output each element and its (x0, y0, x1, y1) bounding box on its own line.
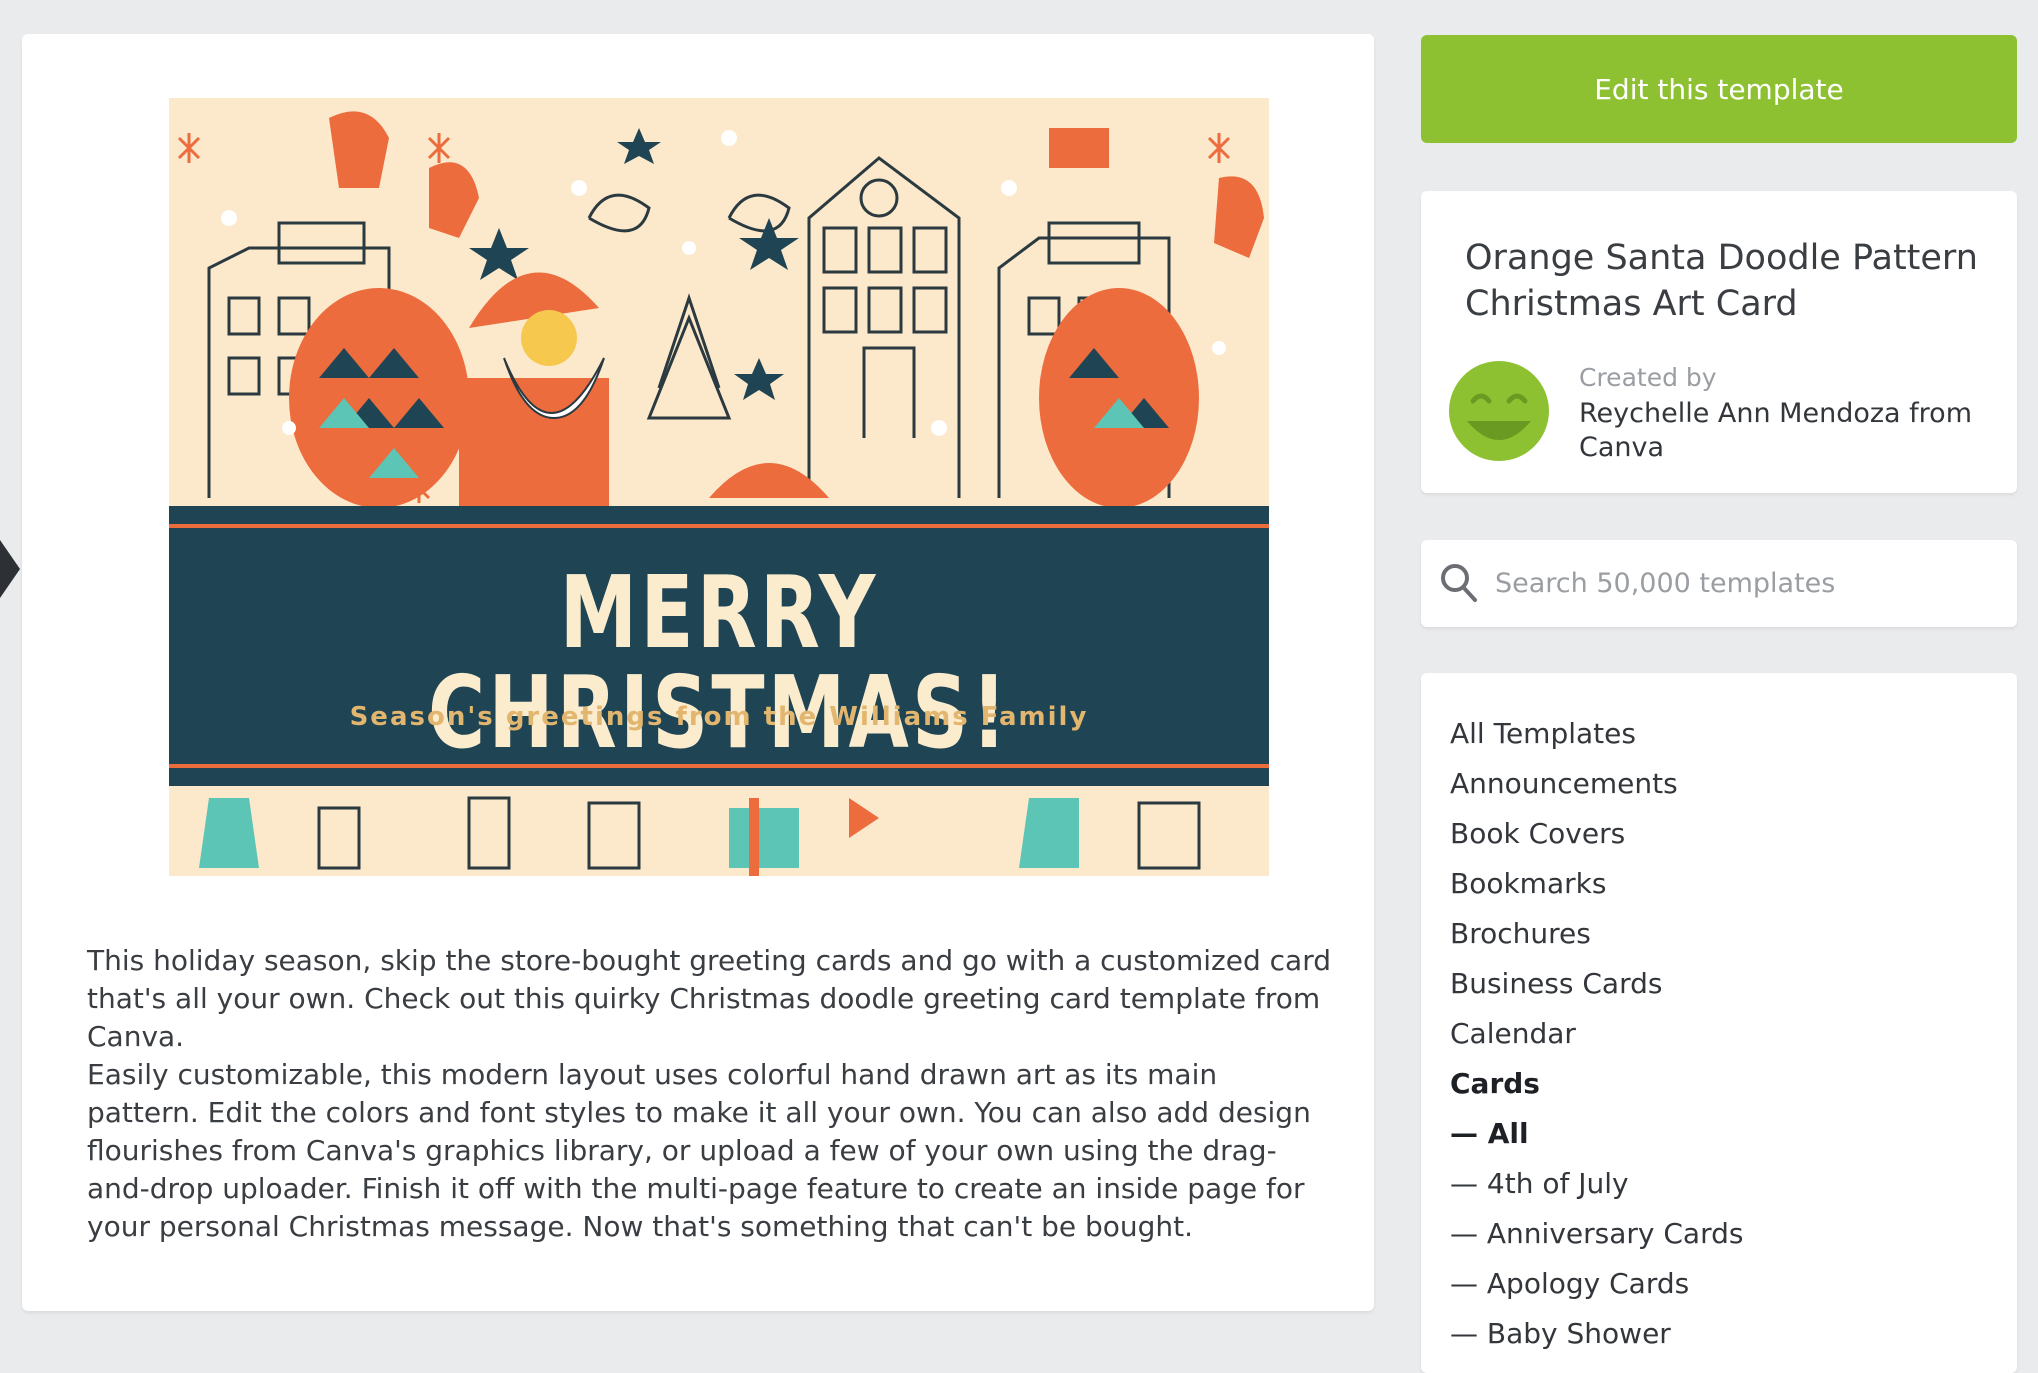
subcategory-item-all[interactable]: — All (1450, 1109, 1743, 1159)
subcategory-item-baby-shower[interactable]: — Baby Shower (1450, 1309, 1743, 1359)
previous-arrow-icon[interactable] (0, 540, 22, 598)
category-item-business-cards[interactable]: Business Cards (1450, 959, 1743, 1009)
subcategory-item-apology-cards[interactable]: — Apology Cards (1450, 1259, 1743, 1309)
category-item-all-templates[interactable]: All Templates (1450, 709, 1743, 759)
template-description: This holiday season, skip the store-boug… (87, 942, 1337, 1246)
subcategory-item-4th-of-july[interactable]: — 4th of July (1450, 1159, 1743, 1209)
card-subline: Season's greetings from the Williams Fam… (349, 702, 1089, 732)
category-item-cards[interactable]: Cards (1450, 1059, 1743, 1109)
search-input[interactable] (1495, 540, 1995, 627)
category-list: All Templates Announcements Book Covers … (1450, 709, 1743, 1359)
category-item-calendar[interactable]: Calendar (1450, 1009, 1743, 1059)
card-preview-image[interactable]: MERRY CHRISTMAS! Season's greetings from… (169, 98, 1269, 876)
avatar-icon[interactable] (1449, 361, 1549, 461)
category-item-announcements[interactable]: Announcements (1450, 759, 1743, 809)
template-preview-card: MERRY CHRISTMAS! Season's greetings from… (22, 34, 1374, 1311)
search-icon[interactable] (1439, 562, 1479, 604)
card-headline: MERRY CHRISTMAS! (428, 554, 1010, 771)
creator-name[interactable]: Reychelle Ann Mendoza from Canva (1579, 397, 1979, 465)
template-info-card: Orange Santa Doodle Pattern Christmas Ar… (1421, 191, 2017, 493)
subcategory-item-anniversary-cards[interactable]: — Anniversary Cards (1450, 1209, 1743, 1259)
template-title: Orange Santa Doodle Pattern Christmas Ar… (1465, 238, 1978, 324)
template-search-box (1421, 540, 2017, 627)
description-paragraph: Easily customizable, this modern layout … (87, 1058, 1311, 1243)
category-item-brochures[interactable]: Brochures (1450, 909, 1743, 959)
edit-template-button[interactable]: Edit this template (1421, 35, 2017, 143)
created-by-label: Created by (1579, 363, 1717, 392)
category-item-book-covers[interactable]: Book Covers (1450, 809, 1743, 859)
category-list-card: All Templates Announcements Book Covers … (1421, 673, 2017, 1373)
category-item-bookmarks[interactable]: Bookmarks (1450, 859, 1743, 909)
description-paragraph: This holiday season, skip the store-boug… (87, 944, 1331, 1053)
